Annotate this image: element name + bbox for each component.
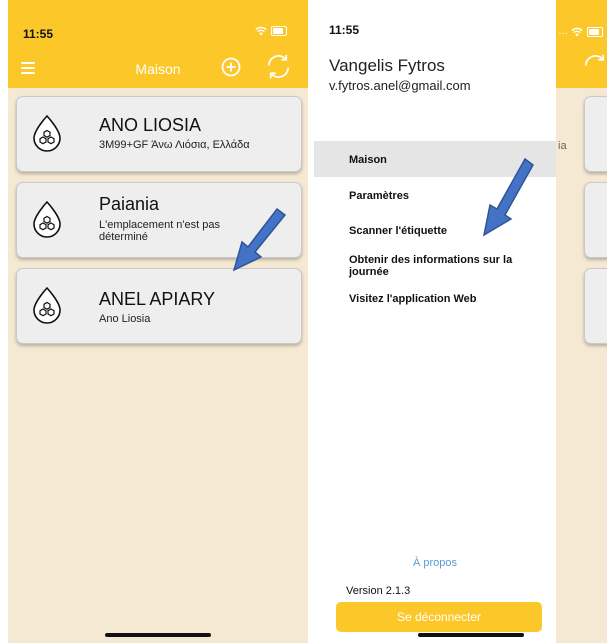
side-drawer: 11:55 Vangelis Fytros v.fytros.anel@gmai… <box>314 0 556 643</box>
about-link[interactable]: À propos <box>314 557 556 569</box>
status-icons: … <box>558 26 603 37</box>
status-icons <box>255 26 287 36</box>
hive-icon <box>33 114 61 152</box>
menu-item-web-app[interactable]: Visitez l'application Web <box>314 289 556 309</box>
apiary-name: ANEL APIARY <box>99 289 216 309</box>
hive-icon <box>33 286 61 324</box>
user-email: v.fytros.anel@gmail.com <box>329 78 471 93</box>
hive-icon <box>33 200 61 238</box>
menu-item-label: Obtenir des informations sur la journée <box>349 254 513 278</box>
apiary-card <box>584 268 607 344</box>
wifi-icon <box>255 26 267 36</box>
home-indicator <box>418 633 524 637</box>
page-title: Maison <box>135 61 181 77</box>
battery-icon <box>587 26 603 37</box>
apiary-card[interactable]: ANO LIOSIA 3M99+GF Άνω Λιόσια, Ελλάδα <box>16 96 302 172</box>
signal-dots: … <box>558 26 568 37</box>
app-header: … <box>556 0 607 88</box>
apiary-location: L'emplacement n'est pas déterminé <box>99 219 220 243</box>
refresh-icon[interactable] <box>265 53 292 80</box>
battery-icon <box>271 26 287 36</box>
app-version: Version 2.1.3 <box>346 585 411 597</box>
add-icon[interactable] <box>221 57 241 77</box>
apiary-location: 3M99+GF Άνω Λιόσια, Ελλάδα <box>99 139 250 151</box>
apiary-name: ANO LIOSIA <box>99 115 202 135</box>
wifi-icon <box>571 27 583 36</box>
apiary-name: Paiania <box>99 194 160 214</box>
annotation-arrow <box>482 157 534 237</box>
apiary-location: Ano Liosia <box>99 313 151 325</box>
refresh-icon <box>584 54 605 66</box>
home-screen: 11:55 Maison ANO LIOSIA 3M99+GF Άνω Λιόσ… <box>8 0 308 643</box>
apiary-card <box>584 182 607 258</box>
menu-item-day-info[interactable]: Obtenir des informations sur la journée <box>314 250 556 282</box>
app-header: 11:55 Maison <box>8 0 308 88</box>
home-indicator <box>105 633 211 637</box>
status-time: 11:55 <box>329 23 360 37</box>
annotation-arrow <box>232 207 287 272</box>
apiary-card <box>584 96 607 172</box>
menu-item-label: Visitez l'application Web <box>349 293 477 305</box>
status-time: 11:55 <box>23 27 54 41</box>
partial-text: ia <box>558 140 567 152</box>
logout-button[interactable]: Se déconnecter <box>336 602 542 632</box>
user-name: Vangelis Fytros <box>329 56 445 75</box>
home-screen-peek: … ia <box>556 0 607 643</box>
